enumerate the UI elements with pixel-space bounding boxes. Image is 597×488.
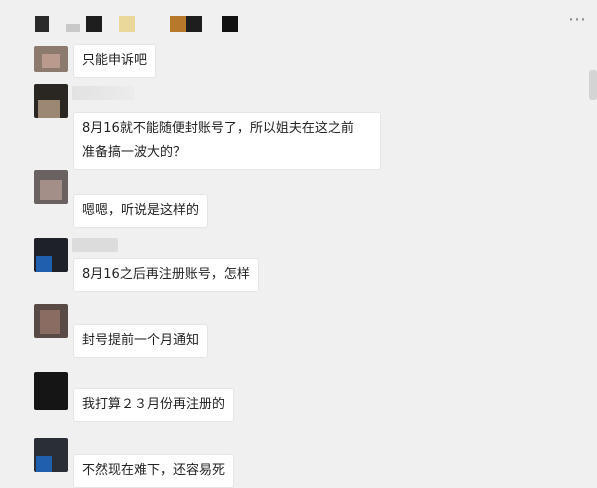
message-text: 不然现在难下，还容易死 xyxy=(82,463,226,478)
message-text-line: 8月16就不能随便封账号了，所以姐夫在这之前 xyxy=(82,121,354,136)
message-bubble: 8月16就不能随便封账号了，所以姐夫在这之前 准备搞一波大的？ xyxy=(73,112,381,170)
blurred-title-block xyxy=(35,16,49,32)
blurred-title-block xyxy=(86,16,102,32)
blurred-title-block xyxy=(66,24,80,32)
avatar[interactable] xyxy=(34,372,68,410)
message-bubble: 我打算２３月份再注册的 xyxy=(73,388,235,422)
chat-header: ⋯ xyxy=(0,0,597,40)
message-text: 嗯嗯，听说是这样的 xyxy=(82,203,200,218)
avatar[interactable] xyxy=(34,84,68,118)
message-bubble: 不然现在难下，还容易死 xyxy=(73,454,235,488)
message-bubble: 封号提前一个月通知 xyxy=(73,324,209,358)
message-text: 8月16之后再注册账号，怎样 xyxy=(82,267,250,282)
avatar[interactable] xyxy=(34,438,68,472)
avatar[interactable] xyxy=(34,238,68,272)
sender-name-blurred xyxy=(72,238,118,252)
message-bubble: 8月16之后再注册账号，怎样 xyxy=(73,258,259,292)
avatar[interactable] xyxy=(34,170,68,204)
more-horizontal-icon[interactable]: ⋯ xyxy=(568,11,587,29)
avatar[interactable] xyxy=(34,46,68,72)
message-bubble: 嗯嗯，听说是这样的 xyxy=(73,194,209,228)
blurred-title-block xyxy=(170,16,186,32)
message-text: 封号提前一个月通知 xyxy=(82,333,200,348)
message-text-line: 准备搞一波大的？ xyxy=(82,145,187,160)
blurred-title-block xyxy=(119,16,135,32)
message-text: 只能申诉吧 xyxy=(82,53,148,68)
blurred-title-block xyxy=(222,16,238,32)
message-text: 我打算２３月份再注册的 xyxy=(82,397,226,412)
message-bubble: 只能申诉吧 xyxy=(73,44,157,78)
blurred-title-block xyxy=(186,16,202,32)
sender-name-blurred xyxy=(72,86,134,100)
avatar[interactable] xyxy=(34,304,68,338)
scrollbar[interactable] xyxy=(589,70,597,100)
